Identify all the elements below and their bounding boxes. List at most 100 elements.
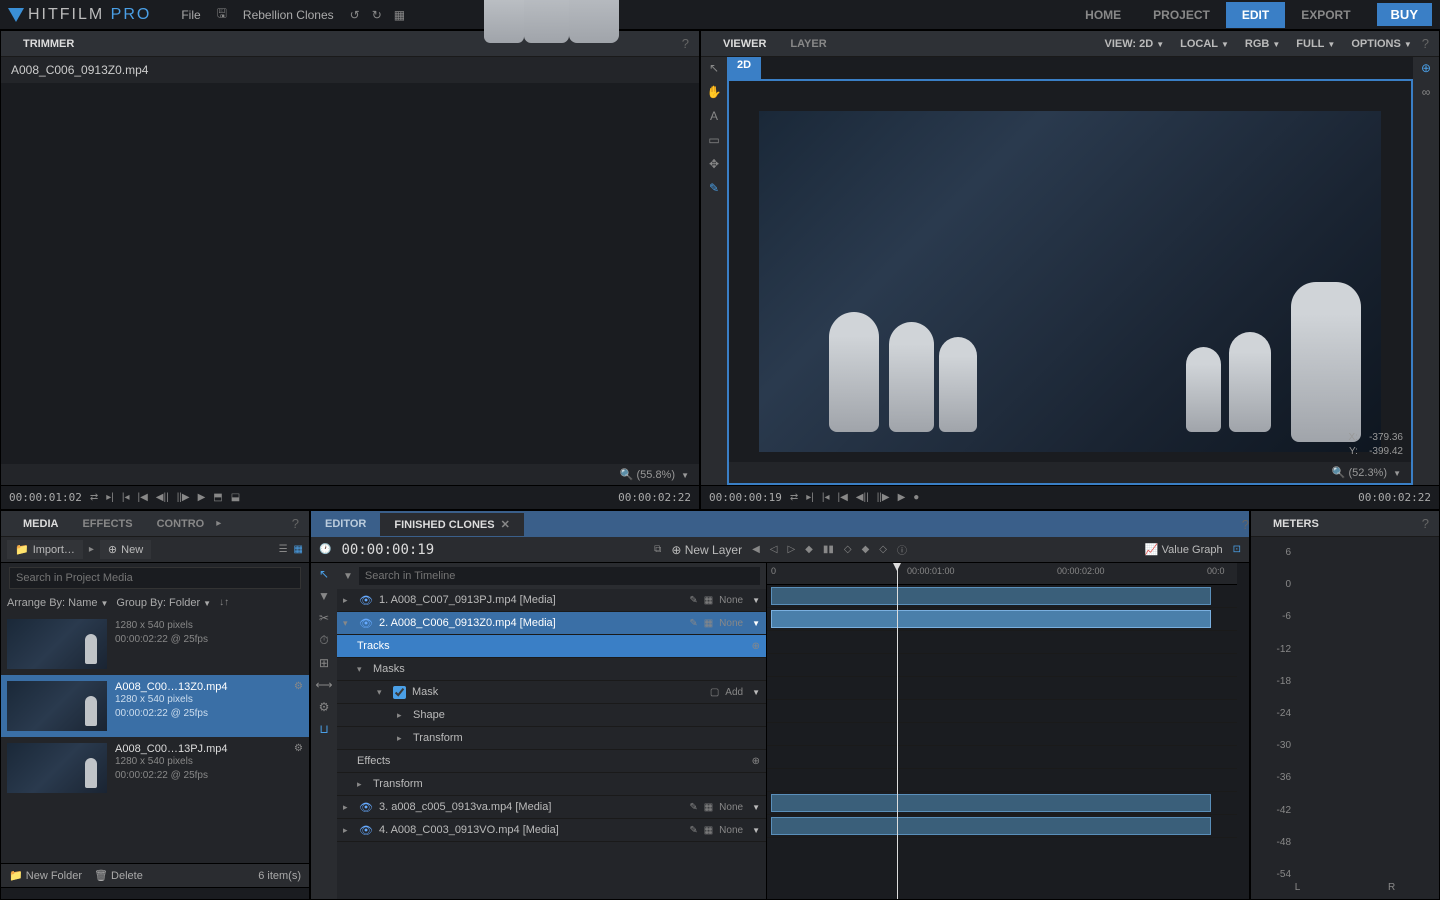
finished-clones-tab[interactable]: FINISHED CLONES✕	[380, 513, 523, 536]
save-icon[interactable]: 🖫	[211, 4, 233, 25]
list-view-icon[interactable]: ☰	[279, 544, 288, 555]
view-rgb[interactable]: RGB▼	[1239, 38, 1286, 50]
hand-tool-icon[interactable]: ✋	[707, 85, 722, 99]
view-local[interactable]: LOCAL▼	[1174, 38, 1235, 50]
grid-view-icon[interactable]: ▦	[294, 544, 303, 555]
sort-icon[interactable]: ↓↑	[219, 597, 229, 609]
media-item[interactable]: A008_C00…13Z0.mp4 1280 x 540 pixels 00:0…	[1, 675, 309, 737]
effects-row[interactable]: Effects ⊕	[337, 750, 766, 773]
insert-icon[interactable]: ⬒	[213, 492, 222, 503]
transform2-row[interactable]: ▸ Transform	[337, 773, 766, 796]
media-scrollbar[interactable]	[1, 887, 309, 899]
playhead[interactable]	[897, 563, 898, 899]
new-button[interactable]: ⊕ New	[100, 540, 151, 559]
trimmer-help-icon[interactable]: ?	[682, 36, 689, 51]
trimmer-tab[interactable]: TRIMMER	[11, 34, 86, 54]
viewer-preview[interactable]	[759, 111, 1381, 452]
kf-bars-icon[interactable]: ▮▮	[823, 544, 834, 555]
masks-header[interactable]: ▾ Masks	[337, 658, 766, 681]
undo-icon[interactable]: ↺	[344, 8, 366, 22]
effects-tab[interactable]: EFFECTS	[70, 514, 144, 534]
value-graph-button[interactable]: 📈 Value Graph	[1145, 543, 1223, 556]
clip[interactable]	[771, 610, 1211, 628]
tab-edit[interactable]: EDIT	[1226, 2, 1285, 28]
add-icon[interactable]: ⊕	[752, 641, 760, 652]
view-full[interactable]: FULL▼	[1290, 38, 1341, 50]
edit-icon[interactable]: ✎	[689, 595, 697, 606]
mask-row[interactable]: ▾ Mask ▢ Add ▼	[337, 681, 766, 704]
go-start-icon[interactable]: |◀	[838, 492, 848, 503]
project-name[interactable]: Rebellion Clones	[233, 8, 344, 22]
add-icon[interactable]: ⊕	[752, 756, 760, 767]
file-menu[interactable]: File	[171, 8, 210, 22]
media-help-icon[interactable]: ?	[292, 516, 299, 531]
viewer-tab[interactable]: VIEWER	[711, 34, 778, 54]
controls-tab[interactable]: CONTRO	[145, 514, 217, 534]
tab-home[interactable]: HOME	[1069, 2, 1137, 28]
loop-icon[interactable]: ⇄	[790, 492, 798, 503]
gear-icon[interactable]: ⚙	[319, 700, 330, 714]
view-options[interactable]: OPTIONS▼	[1345, 38, 1417, 50]
meters-help-icon[interactable]: ?	[1422, 516, 1429, 531]
apps-icon[interactable]: ▦	[388, 8, 411, 22]
text-tool-icon[interactable]: A	[710, 109, 718, 123]
media-tab[interactable]: MEDIA	[11, 514, 70, 534]
search-icon[interactable]: 🔍	[1332, 467, 1346, 479]
media-search-input[interactable]	[9, 567, 301, 589]
overlay-icon[interactable]: ⬓	[231, 492, 240, 503]
filter-icon[interactable]: ▼	[343, 571, 353, 582]
select-tool-icon[interactable]: ↖	[319, 567, 329, 581]
kf-info-icon[interactable]: ⓘ	[897, 542, 907, 557]
close-icon[interactable]: ✕	[501, 519, 510, 531]
set-in-icon[interactable]: ▸|	[806, 492, 814, 503]
rate-tool-icon[interactable]: ⏱	[319, 633, 328, 648]
edit-icon[interactable]: ✎	[689, 825, 697, 836]
magnet-icon[interactable]: ⊔	[319, 722, 328, 736]
snap-icon[interactable]: ⊞	[319, 656, 329, 670]
delete-button[interactable]: 🗑 Delete	[94, 869, 143, 882]
media-item[interactable]: 1280 x 540 pixels 00:00:02:22 @ 25fps	[1, 613, 309, 675]
clip[interactable]	[771, 817, 1211, 835]
clip[interactable]	[771, 587, 1211, 605]
step-back-icon[interactable]: ◀||	[856, 492, 869, 503]
layer-row[interactable]: ▾👁 2. A008_C006_0913Z0.mp4 [Media] ✎ ▦ N…	[337, 612, 766, 635]
checker-icon[interactable]: ▦	[704, 618, 713, 629]
set-out-icon[interactable]: |◂	[122, 492, 130, 503]
shape-row[interactable]: ▸ Shape	[337, 704, 766, 727]
timeline-ruler[interactable]: 0 00:00:01:00 00:00:02:00 00:0	[767, 563, 1237, 585]
import-dropdown-icon[interactable]: ▸	[89, 544, 94, 555]
checker-icon[interactable]: ▦	[704, 595, 713, 606]
gear-icon[interactable]: ⚙	[294, 743, 303, 793]
rect-select-icon[interactable]: ▭	[708, 133, 719, 147]
arrange-by[interactable]: Arrange By: Name▼	[7, 597, 108, 609]
edit-icon[interactable]: ✎	[689, 802, 697, 813]
new-folder-button[interactable]: 📁 New Folder	[9, 869, 82, 882]
go-start-icon[interactable]: |◀	[138, 492, 148, 503]
kf-diamond3-icon[interactable]: ◆	[862, 544, 870, 555]
record-icon[interactable]: ●	[913, 492, 919, 503]
checker-icon[interactable]: ▦	[704, 802, 713, 813]
timeline-area[interactable]: 0 00:00:01:00 00:00:02:00 00:0	[767, 563, 1237, 899]
media-item[interactable]: A008_C00…13PJ.mp4 1280 x 540 pixels 00:0…	[1, 737, 309, 799]
pen-tool-icon[interactable]: ✎	[709, 181, 719, 195]
checker-icon[interactable]: ▦	[704, 825, 713, 836]
view-mode[interactable]: VIEW: 2D▼	[1098, 38, 1170, 50]
clock-icon[interactable]: 🕐	[319, 544, 331, 555]
layer-row[interactable]: ▸👁 1. A008_C007_0913PJ.mp4 [Media] ✎ ▦ N…	[337, 589, 766, 612]
track-tool-icon[interactable]: ⊕	[1421, 61, 1431, 75]
editor-timecode[interactable]: 00:00:00:19	[341, 542, 434, 558]
select-tool-icon[interactable]: ↖	[709, 61, 719, 75]
tab-export[interactable]: EXPORT	[1285, 2, 1366, 28]
trimmer-zoom[interactable]: (55.8%)	[636, 469, 675, 481]
play-icon[interactable]: ▶	[198, 492, 206, 503]
new-layer-button[interactable]: ⊕ New Layer	[671, 543, 742, 557]
kf-diamond4-icon[interactable]: ◇	[879, 544, 887, 555]
mask-shape-icon[interactable]: ▢	[710, 687, 719, 698]
viewer-zoom[interactable]: (52.3%)	[1348, 467, 1387, 479]
move-tool-icon[interactable]: ✥	[709, 157, 719, 171]
timeline-search-input[interactable]	[359, 567, 760, 585]
tracks-header[interactable]: Tracks ⊕	[337, 635, 766, 658]
tab-project[interactable]: PROJECT	[1137, 2, 1226, 28]
editor-help-icon[interactable]: ?	[1242, 517, 1249, 532]
buy-button[interactable]: BUY	[1377, 3, 1432, 26]
